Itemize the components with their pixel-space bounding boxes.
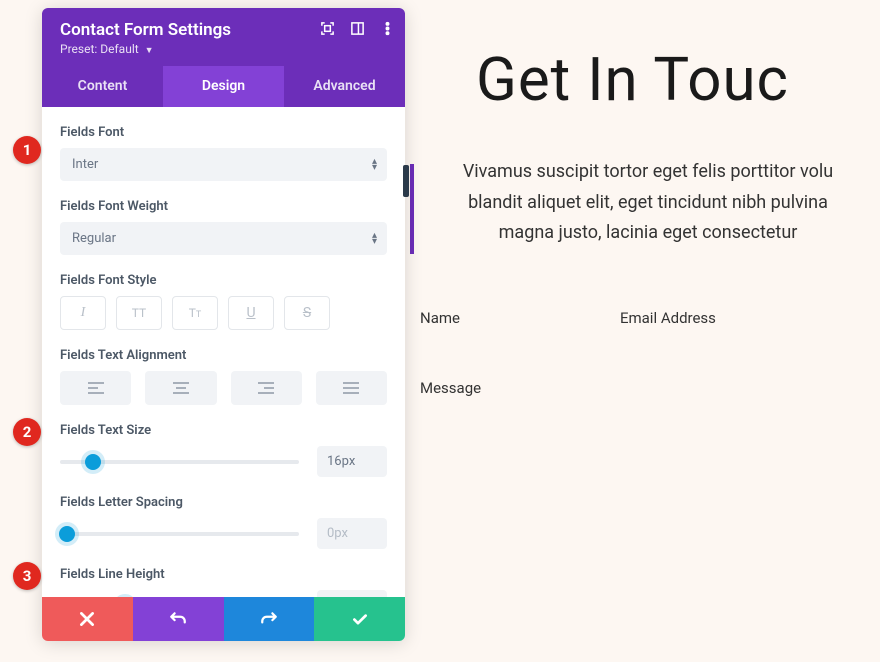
undo-button[interactable] (133, 597, 224, 641)
fields-align-label: Fields Text Alignment (60, 348, 387, 363)
strikethrough-button[interactable]: S (284, 296, 330, 330)
panel-header[interactable]: Contact Form Settings Preset: Default ▼ (42, 8, 405, 66)
updown-icon: ▴▾ (372, 233, 377, 245)
uppercase-button[interactable]: TT (116, 296, 162, 330)
smallcaps-button[interactable]: TT (172, 296, 218, 330)
fields-style-label: Fields Font Style (60, 273, 387, 288)
font-style-row: I TT TT U S (60, 296, 387, 330)
fields-lineheight-value[interactable]: 1.6em (317, 590, 387, 597)
callout-3: 3 (13, 562, 41, 590)
save-button[interactable] (314, 597, 405, 641)
callout-2: 2 (13, 418, 41, 446)
caret-down-icon: ▼ (145, 46, 154, 56)
fields-spacing-value[interactable]: 0px (317, 518, 387, 549)
align-center-button[interactable] (145, 371, 216, 405)
panel-body: Fields Font Inter ▴▾ Fields Font Weight … (42, 107, 405, 597)
preview-heading: Get In Touc (476, 44, 880, 115)
preview-name-field[interactable]: Name (420, 309, 460, 327)
fields-lineheight-label: Fields Line Height (60, 567, 387, 582)
module-active-indicator (410, 164, 414, 254)
resize-handle[interactable] (403, 165, 409, 197)
tab-content[interactable]: Content (42, 66, 163, 107)
align-right-button[interactable] (231, 371, 302, 405)
fields-font-select[interactable]: Inter ▴▾ (60, 148, 387, 181)
fields-lineheight-slider[interactable] (60, 591, 299, 598)
panel-footer (42, 597, 405, 641)
underline-button[interactable]: U (228, 296, 274, 330)
tab-advanced[interactable]: Advanced (284, 66, 405, 107)
settings-panel: Contact Form Settings Preset: Default ▼ … (42, 8, 405, 641)
text-align-row (60, 371, 387, 405)
updown-icon: ▴▾ (372, 159, 377, 171)
fields-size-label: Fields Text Size (60, 423, 387, 438)
preview-form-row: Name Email Address (420, 309, 880, 327)
preview-area: Get In Touc Vivamus suscipit tortor eget… (416, 0, 880, 662)
fields-weight-label: Fields Font Weight (60, 199, 387, 214)
redo-button[interactable] (224, 597, 315, 641)
fields-spacing-slider[interactable] (60, 519, 299, 549)
align-left-button[interactable] (60, 371, 131, 405)
align-justify-button[interactable] (316, 371, 387, 405)
fields-size-value[interactable]: 16px (317, 446, 387, 477)
preview-paragraph: Vivamus suscipit tortor eget felis portt… (416, 157, 880, 249)
fields-size-slider[interactable] (60, 447, 299, 477)
expand-icon[interactable] (319, 20, 335, 36)
callout-1: 1 (13, 136, 41, 164)
tab-design[interactable]: Design (163, 66, 284, 107)
dock-icon[interactable] (349, 20, 365, 36)
preview-message-field[interactable]: Message (420, 379, 880, 397)
tabs: Content Design Advanced (42, 66, 405, 107)
preset-selector[interactable]: Preset: Default ▼ (60, 42, 387, 56)
preview-email-field[interactable]: Email Address (620, 309, 716, 327)
fields-weight-select[interactable]: Regular ▴▾ (60, 222, 387, 255)
cancel-button[interactable] (42, 597, 133, 641)
fields-spacing-label: Fields Letter Spacing (60, 495, 387, 510)
more-icon[interactable] (379, 20, 395, 36)
fields-font-label: Fields Font (60, 125, 387, 140)
italic-button[interactable]: I (60, 296, 106, 330)
